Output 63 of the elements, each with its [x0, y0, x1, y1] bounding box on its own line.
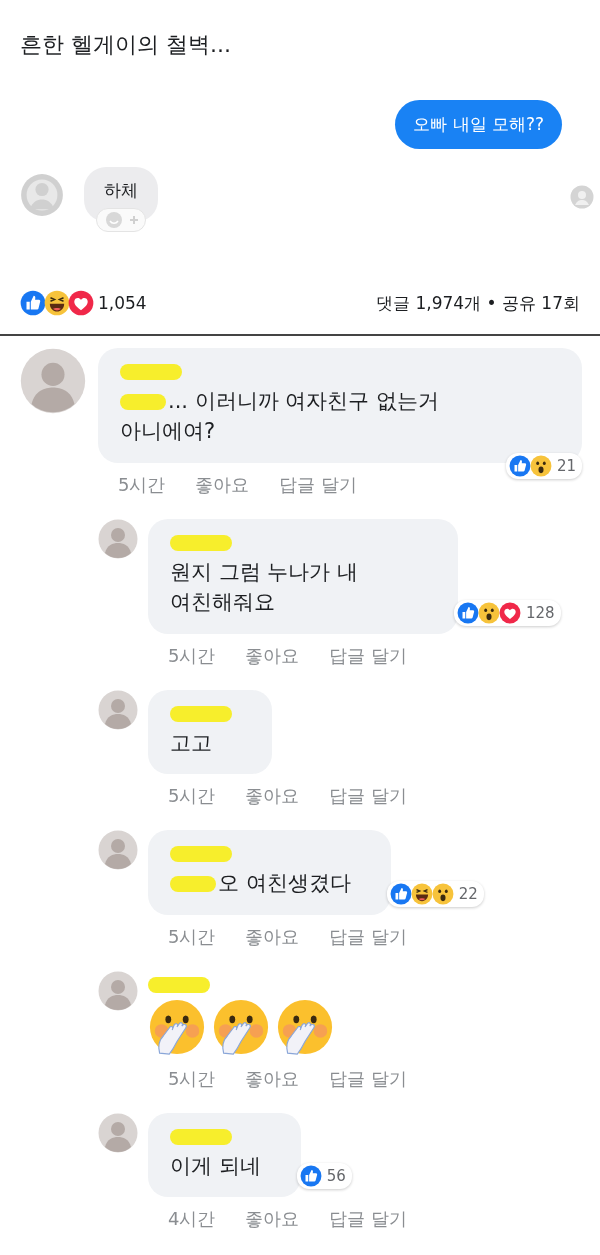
comment-text: 원지 그럼 누나가 내 여친해줘요 — [170, 558, 360, 617]
comment-time: 5시간 — [168, 784, 216, 809]
redaction-mark — [170, 1128, 232, 1145]
reaction-badge[interactable]: 21 — [505, 452, 582, 479]
like-reaction-icon — [508, 454, 531, 477]
avatar[interactable] — [98, 1112, 138, 1153]
like-reaction-icon — [457, 601, 479, 624]
reaction-count: 1,054 — [98, 293, 147, 313]
like-link[interactable]: 좋아요 — [195, 472, 250, 497]
redaction-mark — [170, 534, 232, 551]
comment-text: 이게 되네 — [170, 1152, 261, 1180]
reply-link[interactable]: 답글 달기 — [279, 472, 358, 497]
avatar — [570, 185, 594, 209]
hand-over-mouth-emoji-icon — [212, 998, 270, 1057]
sent-message-bubble: 오빠 내일 모해?? — [395, 100, 562, 149]
hand-over-mouth-emoji-icon — [148, 998, 206, 1057]
comment-text: ... 이러니까 여자친구 없는거 아니에여? — [120, 388, 441, 446]
redaction-mark — [120, 394, 166, 410]
comment-text: 오 여친생겼다 — [170, 868, 351, 899]
reply-link[interactable]: 답글 달기 — [329, 1066, 408, 1091]
like-link[interactable]: 좋아요 — [245, 1066, 300, 1091]
reply-link[interactable]: 답글 달기 — [329, 1207, 408, 1232]
like-reaction-icon — [389, 882, 412, 905]
avatar[interactable] — [98, 970, 138, 1011]
comment-time: 5시간 — [168, 924, 216, 949]
reply-link[interactable]: 답글 달기 — [329, 924, 408, 949]
heart-reaction-icon — [499, 601, 521, 624]
comment-time: 5시간 — [118, 472, 166, 497]
heart-reaction-icon — [68, 290, 94, 316]
redaction-mark — [170, 705, 232, 722]
add-reaction-icon[interactable] — [96, 208, 146, 232]
comment-time: 5시간 — [168, 643, 216, 668]
post-title: 흔한 헬게이의 철벽... — [20, 31, 232, 59]
hand-over-mouth-emoji-icon — [276, 998, 334, 1057]
surprised-reaction-icon — [431, 882, 454, 905]
redaction-mark — [170, 846, 232, 863]
like-reaction-icon — [299, 1165, 322, 1188]
avatar[interactable] — [98, 689, 138, 730]
surprised-reaction-icon — [529, 454, 552, 477]
avatar[interactable] — [98, 830, 138, 871]
like-link[interactable]: 좋아요 — [245, 643, 300, 668]
comment-share-count: 댓글 1,974개 • 공유 17회 — [376, 291, 580, 315]
comment-time: 4시간 — [168, 1207, 216, 1232]
laughing-reaction-icon — [410, 882, 433, 905]
surprised-reaction-icon — [478, 601, 500, 624]
comment-text: 고고 — [170, 729, 213, 757]
avatar[interactable] — [98, 518, 138, 559]
reply-link[interactable]: 답글 달기 — [329, 643, 408, 668]
like-link[interactable]: 좋아요 — [245, 1207, 300, 1232]
reaction-badge[interactable]: 56 — [296, 1163, 352, 1190]
like-reaction-icon — [20, 290, 46, 316]
redaction-mark — [120, 364, 182, 380]
laughing-reaction-icon — [44, 290, 70, 316]
like-link[interactable]: 좋아요 — [245, 784, 300, 809]
avatar[interactable] — [20, 348, 86, 414]
reply-link[interactable]: 답글 달기 — [329, 784, 408, 809]
redaction-mark — [170, 876, 216, 893]
like-link[interactable]: 좋아요 — [245, 924, 300, 949]
redaction-mark — [148, 976, 210, 993]
avatar — [20, 173, 64, 217]
reaction-badge[interactable]: 22 — [386, 880, 484, 907]
reaction-badge[interactable]: 128 — [454, 599, 561, 626]
comment-time: 5시간 — [168, 1066, 216, 1091]
